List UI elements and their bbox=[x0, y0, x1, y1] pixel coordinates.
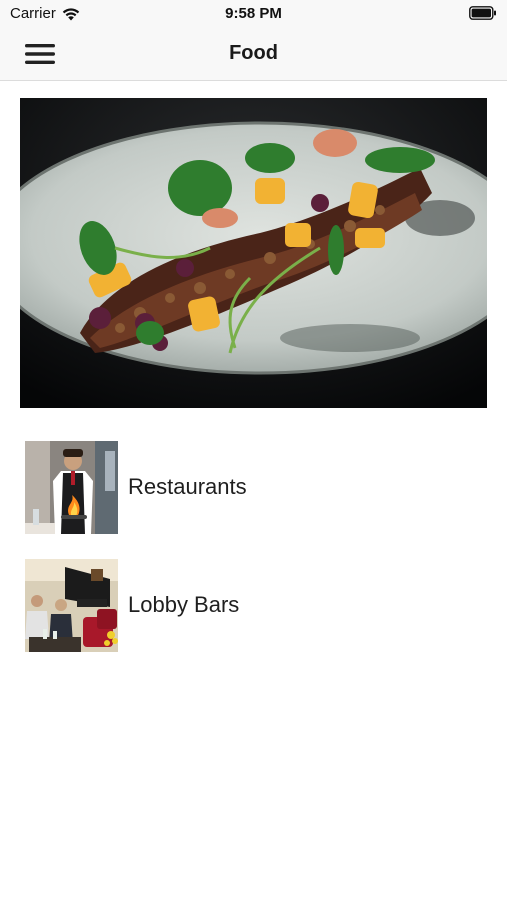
restaurants-label: Restaurants bbox=[128, 474, 247, 499]
navigation-bar: Food bbox=[0, 28, 507, 81]
category-list: Restaurants Lobby Bars bbox=[0, 438, 507, 674]
page-title: Food bbox=[229, 42, 278, 64]
list-item-restaurants[interactable]: Restaurants bbox=[0, 438, 507, 556]
status-time: 9:58 PM bbox=[225, 5, 282, 22]
lobby-bars-label: Lobby Bars bbox=[128, 592, 240, 617]
list-item-lobby-bars[interactable]: Lobby Bars bbox=[0, 556, 507, 674]
lobby-bars-thumbnail bbox=[25, 559, 118, 652]
status-bar: Carrier 9:58 PM bbox=[0, 0, 507, 28]
battery-icon bbox=[469, 6, 497, 25]
restaurants-thumbnail bbox=[25, 441, 118, 534]
hero-food-image bbox=[20, 98, 487, 408]
